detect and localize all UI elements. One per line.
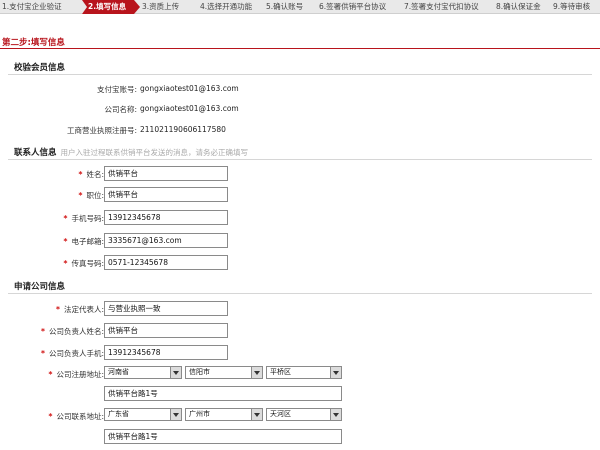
step-1: 1.支付宝企业验证 (2, 2, 62, 11)
manager-mobile-label: * 公司负责人手机: (41, 349, 104, 358)
manager-mobile-input[interactable]: 13912345678 (104, 345, 228, 360)
legal-rep-label: * 法定代表人: (56, 305, 104, 314)
title-divider (0, 48, 600, 49)
contact-mobile-label: * 手机号码: (63, 214, 104, 223)
chevron-down-icon (170, 409, 181, 420)
company-section-divider (8, 293, 592, 294)
step-4: 4.选择开通功能 (200, 2, 253, 11)
step-3: 3.资质上传 (142, 2, 180, 11)
company-name-value: gongxiaotest01@163.com (140, 104, 239, 113)
contact-section-divider (8, 159, 592, 160)
contact-address-label: * 公司联系地址: (48, 412, 104, 421)
chevron-down-icon (251, 409, 262, 420)
contact-section-title: 联系人信息 用户入驻过程联系供销平台发送的消息，请务必正确填写 (14, 146, 248, 158)
contact-position-input[interactable]: 供销平台 (104, 187, 228, 202)
step-progress-bar: 1.支付宝企业验证 2.填写信息 3.资质上传 4.选择开通功能 5.确认账号 … (0, 0, 600, 14)
required-mark: * (63, 237, 68, 246)
step-5: 5.确认账号 (266, 2, 304, 11)
license-number-label: 工商营业执照注册号: (66, 126, 137, 135)
chevron-down-icon (170, 367, 181, 378)
contact-section-title-text: 联系人信息 (14, 148, 57, 158)
required-mark: * (41, 327, 45, 336)
required-mark: * (78, 191, 83, 200)
registered-district-select[interactable]: 平桥区 (266, 366, 342, 379)
contact-mobile-input[interactable]: 13912345678 (104, 210, 228, 225)
required-mark: * (63, 214, 68, 223)
contact-name-input[interactable]: 供销平台 (104, 166, 228, 181)
step-7: 7.签署支付宝代扣协议 (404, 2, 479, 11)
contact-province-select[interactable]: 广东省 (104, 408, 182, 421)
contact-email-input[interactable]: 3335671@163.com (104, 233, 228, 248)
contact-district-select[interactable]: 天河区 (266, 408, 342, 421)
required-mark: * (41, 349, 45, 358)
legal-rep-input[interactable]: 与营业执照一致 (104, 301, 228, 316)
registered-address-label: * 公司注册地址: (48, 370, 104, 379)
verify-section-title: 校验会员信息 (14, 63, 66, 73)
registered-city-select[interactable]: 信阳市 (185, 366, 263, 379)
contact-street-input[interactable]: 供销平台路1号 (104, 429, 342, 444)
alipay-account-label: 支付宝账号: (96, 85, 137, 94)
company-section-title: 申请公司信息 (14, 282, 66, 292)
step-2-current: 2.填写信息 (82, 0, 140, 14)
alipay-account-value: gongxiaotest01@163.com (140, 84, 239, 93)
chevron-down-icon (251, 367, 262, 378)
step-6: 6.签署供销平台协议 (319, 2, 387, 11)
chevron-down-icon (330, 367, 341, 378)
registered-street-input[interactable]: 供销平台路1号 (104, 386, 342, 401)
page-title: 第二步:填写信息 (2, 38, 65, 48)
manager-name-input[interactable]: 供销平台 (104, 323, 228, 338)
chevron-down-icon (330, 409, 341, 420)
required-mark: * (78, 170, 83, 179)
contact-fax-label: * 传真号码: (63, 259, 104, 268)
manager-name-label: * 公司负责人姓名: (41, 327, 104, 336)
required-mark: * (48, 412, 53, 421)
step-9: 9.等待审核 (553, 2, 591, 11)
contact-city-select[interactable]: 广州市 (185, 408, 263, 421)
contact-email-label: * 电子邮箱: (63, 237, 104, 246)
required-mark: * (48, 370, 53, 379)
contact-name-label: * 姓名: (78, 170, 104, 179)
contact-position-label: * 职位: (78, 191, 104, 200)
verify-section-divider (8, 74, 592, 75)
contact-fax-input[interactable]: 0571-12345678 (104, 255, 228, 270)
required-mark: * (63, 259, 68, 268)
required-mark: * (56, 305, 60, 314)
license-number-value: 211021190606117580 (140, 125, 226, 134)
contact-section-hint: 用户入驻过程联系供销平台发送的消息，请务必正确填写 (60, 148, 249, 157)
registered-province-select[interactable]: 河南省 (104, 366, 182, 379)
step-8: 8.确认保证金 (496, 2, 541, 11)
company-name-label: 公司名称: (104, 105, 137, 114)
